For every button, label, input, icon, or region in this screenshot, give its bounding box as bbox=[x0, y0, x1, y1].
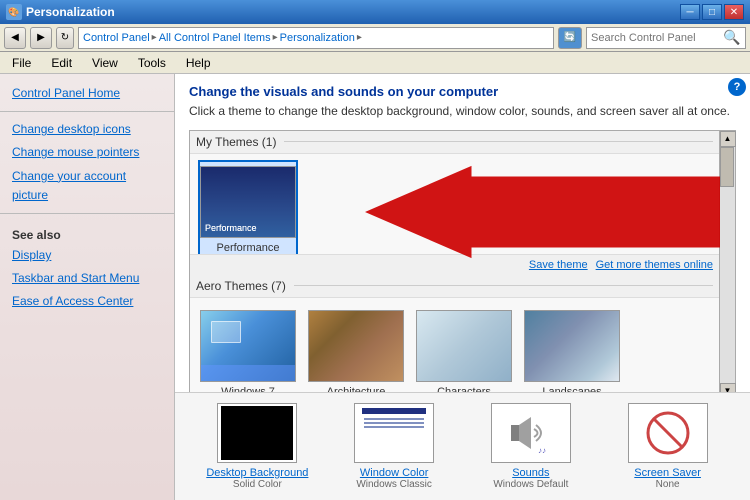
scroll-thumb[interactable] bbox=[720, 147, 734, 187]
scroll-down-button[interactable]: ▼ bbox=[720, 383, 736, 392]
theme-characters-label: Characters bbox=[437, 386, 491, 392]
path-all-items[interactable]: All Control Panel Items bbox=[159, 32, 271, 44]
sidebar: Control Panel Home Change desktop icons … bbox=[0, 74, 175, 500]
theme-win7-label: Windows 7 bbox=[221, 386, 275, 392]
path-personalization[interactable]: Personalization bbox=[280, 32, 355, 44]
theme-performance-thumbnail: Performance bbox=[200, 166, 296, 238]
sidebar-display[interactable]: Display bbox=[0, 244, 174, 267]
window-color-label[interactable]: Window Color bbox=[360, 467, 428, 479]
theme-landscapes-thumbnail bbox=[524, 310, 620, 382]
theme-architecture-label: Architecture bbox=[327, 386, 386, 392]
sounds-sub: Windows Default bbox=[493, 479, 568, 490]
screen-saver-icon bbox=[638, 408, 698, 458]
maximize-button[interactable]: □ bbox=[702, 4, 722, 20]
back-button[interactable]: ◀ bbox=[4, 27, 26, 49]
my-themes-label: My Themes (1) bbox=[190, 131, 719, 154]
sidebar-taskbar[interactable]: Taskbar and Start Menu bbox=[0, 267, 174, 290]
get-more-themes-link[interactable]: Get more themes online bbox=[596, 259, 713, 271]
scroll-track bbox=[720, 147, 735, 383]
forward-button[interactable]: ▶ bbox=[30, 27, 52, 49]
screen-saver-icon-box bbox=[628, 403, 708, 463]
window-color-sub: Windows Classic bbox=[356, 479, 432, 490]
theme-win7-thumbnail bbox=[200, 310, 296, 382]
theme-performance-name-overlay: Performance bbox=[205, 223, 257, 233]
content-area: ? Change the visuals and sounds on your … bbox=[175, 74, 750, 392]
help-button[interactable]: ? bbox=[728, 78, 746, 96]
search-input[interactable] bbox=[591, 32, 721, 44]
sounds-icon: ♪♪ bbox=[501, 408, 561, 458]
close-button[interactable]: ✕ bbox=[724, 4, 744, 20]
aero-themes-grid: Windows 7 Architecture Cha bbox=[190, 298, 719, 392]
theme-win7[interactable]: Windows 7 bbox=[198, 304, 298, 392]
screen-saver-item[interactable]: Screen Saver None bbox=[608, 403, 728, 490]
aero-themes-label: Aero Themes (7) bbox=[190, 275, 719, 298]
address-bar: ◀ ▶ ↻ Control Panel ▸ All Control Panel … bbox=[0, 24, 750, 52]
main-layout: Control Panel Home Change desktop icons … bbox=[0, 74, 750, 500]
menu-edit[interactable]: Edit bbox=[47, 55, 76, 71]
sounds-icon-box: ♪♪ bbox=[491, 403, 571, 463]
window-color-item[interactable]: Window Color Windows Classic bbox=[334, 403, 454, 490]
themes-panel: My Themes (1) Performance Performance bbox=[189, 130, 736, 392]
content-description: Click a theme to change the desktop back… bbox=[189, 103, 736, 120]
my-themes-grid: Performance Performance bbox=[190, 154, 719, 254]
minimize-button[interactable]: ─ bbox=[680, 4, 700, 20]
desktop-background-item[interactable]: Desktop Background Solid Color bbox=[197, 403, 317, 490]
theme-landscapes[interactable]: Landscapes bbox=[522, 304, 622, 392]
desktop-background-icon-box bbox=[217, 403, 297, 463]
sidebar-change-desktop-icons[interactable]: Change desktop icons bbox=[0, 118, 174, 141]
scroll-up-button[interactable]: ▲ bbox=[720, 131, 736, 147]
theme-architecture-thumbnail bbox=[308, 310, 404, 382]
sidebar-control-panel-home[interactable]: Control Panel Home bbox=[0, 82, 174, 105]
path-control-panel[interactable]: Control Panel bbox=[83, 32, 150, 44]
sidebar-divider bbox=[0, 111, 174, 112]
save-theme-link[interactable]: Save theme bbox=[529, 259, 588, 271]
see-also-title: See also bbox=[0, 224, 174, 244]
refresh-button[interactable]: ↻ bbox=[56, 27, 74, 49]
sidebar-divider-2 bbox=[0, 213, 174, 214]
themes-scrollbar: ▲ ▼ bbox=[719, 131, 735, 392]
address-path: Control Panel ▸ All Control Panel Items … bbox=[78, 27, 554, 49]
theme-characters[interactable]: Characters bbox=[414, 304, 514, 392]
menu-tools[interactable]: Tools bbox=[134, 55, 170, 71]
page-title: Change the visuals and sounds on your co… bbox=[189, 84, 736, 99]
theme-landscapes-label: Landscapes bbox=[542, 386, 601, 392]
themes-actions: Save theme Get more themes online bbox=[190, 254, 719, 275]
search-box: 🔍 bbox=[586, 27, 746, 49]
see-also-section: See also Display Taskbar and Start Menu … bbox=[0, 224, 174, 314]
theme-architecture[interactable]: Architecture bbox=[306, 304, 406, 392]
sounds-item[interactable]: ♪♪ Sounds Windows Default bbox=[471, 403, 591, 490]
theme-performance-label: Performance bbox=[217, 242, 280, 254]
window-color-icon-box bbox=[354, 403, 434, 463]
sounds-label[interactable]: Sounds bbox=[512, 467, 549, 479]
menu-help[interactable]: Help bbox=[182, 55, 215, 71]
sidebar-change-mouse-pointers[interactable]: Change mouse pointers bbox=[0, 141, 174, 164]
theme-performance[interactable]: Performance Performance bbox=[198, 160, 298, 260]
window-controls: ─ □ ✕ bbox=[680, 4, 744, 20]
desktop-background-icon bbox=[221, 406, 293, 460]
screen-saver-label[interactable]: Screen Saver bbox=[634, 467, 701, 479]
desktop-background-label[interactable]: Desktop Background bbox=[206, 467, 308, 479]
svg-text:♪♪: ♪♪ bbox=[538, 446, 546, 455]
window-title: Personalization bbox=[26, 5, 115, 19]
search-go-button[interactable]: 🔍 bbox=[723, 29, 740, 46]
menu-view[interactable]: View bbox=[88, 55, 122, 71]
window-color-icon bbox=[362, 408, 426, 458]
title-bar: 🎨 Personalization ─ □ ✕ bbox=[0, 0, 750, 24]
sidebar-ease-of-access[interactable]: Ease of Access Center bbox=[0, 290, 174, 313]
screen-saver-sub: None bbox=[656, 479, 680, 490]
menu-bar: File Edit View Tools Help bbox=[0, 52, 750, 74]
theme-characters-thumbnail bbox=[416, 310, 512, 382]
compatibility-btn[interactable]: 🔄 bbox=[558, 27, 582, 49]
customization-bar: Desktop Background Solid Color Window Co… bbox=[175, 392, 750, 500]
menu-file[interactable]: File bbox=[8, 55, 35, 71]
desktop-background-sub: Solid Color bbox=[233, 479, 282, 490]
app-icon: 🎨 bbox=[6, 4, 22, 20]
sidebar-change-account-picture[interactable]: Change your account picture bbox=[0, 165, 174, 207]
